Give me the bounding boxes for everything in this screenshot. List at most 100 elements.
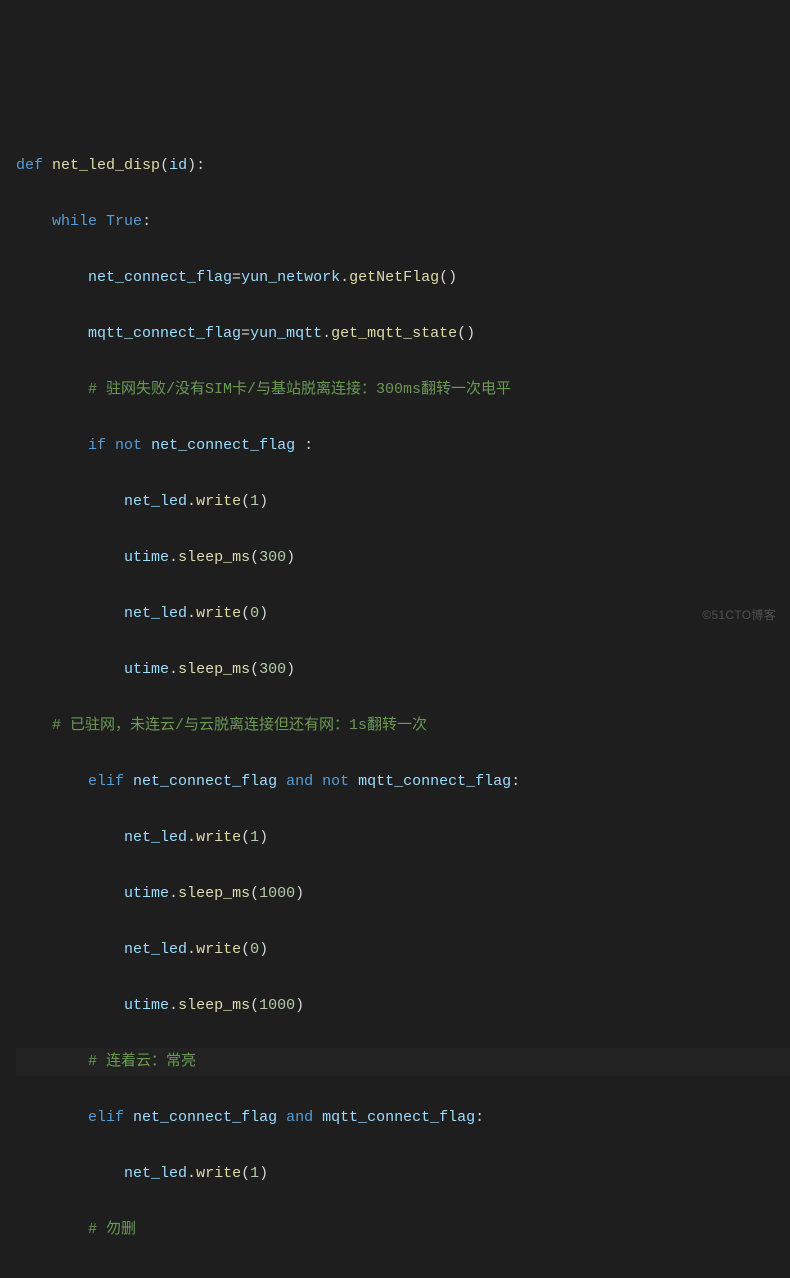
number: 300 <box>259 549 286 566</box>
object: net_led <box>124 493 187 510</box>
watermark-text: ©51CTO博客 <box>702 601 776 629</box>
code-line: elif net_connect_flag and not mqtt_conne… <box>16 768 790 796</box>
variable: net_connect_flag <box>151 437 295 454</box>
code-line: mqtt_connect_flag=yun_mqtt.get_mqtt_stat… <box>16 320 790 348</box>
paren: ) <box>259 493 268 510</box>
code-line: net_led.write(1) <box>16 488 790 516</box>
number: 300 <box>259 661 286 678</box>
paren: ) <box>286 661 295 678</box>
paren: ) <box>295 997 304 1014</box>
code-line: # 已驻网，未连云/与云脱离连接但还有网：1s翻转一次 <box>16 712 790 740</box>
object: net_led <box>124 829 187 846</box>
object: utime <box>124 885 169 902</box>
keyword-not: not <box>322 773 349 790</box>
dot: . <box>169 549 178 566</box>
paren: ( <box>250 661 259 678</box>
object: net_led <box>124 605 187 622</box>
code-editor[interactable]: def net_led_disp(id): while True: net_co… <box>16 124 790 1278</box>
code-line: net_connect_flag=yun_network.getNetFlag(… <box>16 264 790 292</box>
paren: ( <box>250 885 259 902</box>
code-line: utime.sleep_ms(300) <box>16 656 790 684</box>
object: utime <box>124 549 169 566</box>
colon: : <box>295 437 313 454</box>
dot: . <box>187 941 196 958</box>
paren: ( <box>241 829 250 846</box>
method: write <box>196 493 241 510</box>
function-name: net_led_disp <box>52 157 160 174</box>
dot: . <box>133 1277 142 1278</box>
paren: ( <box>250 997 259 1014</box>
variable: net_connect_flag <box>133 1109 277 1126</box>
eq: = <box>241 325 250 342</box>
paren: ( <box>241 493 250 510</box>
object: net_led <box>124 1165 187 1182</box>
dot: . <box>187 493 196 510</box>
keyword-not: not <box>115 437 142 454</box>
number: 1000 <box>259 885 295 902</box>
variable: net_connect_flag <box>133 773 277 790</box>
code-line: net_led.write(0) <box>16 936 790 964</box>
param: id <box>169 157 187 174</box>
keyword-while: while <box>52 213 97 230</box>
variable: mqtt_connect_flag <box>88 325 241 342</box>
method: write <box>196 1165 241 1182</box>
dot: . <box>187 605 196 622</box>
code-line: elif net_connect_flag and mqtt_connect_f… <box>16 1104 790 1132</box>
paren: ) <box>259 829 268 846</box>
method: sleep_ms <box>178 661 250 678</box>
method: write <box>196 829 241 846</box>
dot: . <box>169 997 178 1014</box>
paren: ): <box>187 157 205 174</box>
code-line: net_led.write(0) <box>16 600 790 628</box>
code-line: while True: <box>16 208 790 236</box>
code-line: # 勿删 <box>16 1216 790 1244</box>
code-line: utime.sleep_ms(1000) <box>16 880 790 908</box>
code-line: net_led.write(1) <box>16 1160 790 1188</box>
number: 1000 <box>259 997 295 1014</box>
object: utime <box>88 1277 133 1278</box>
comment: # 连着云：常亮 <box>88 1053 196 1070</box>
method: write <box>196 941 241 958</box>
paren: ) <box>295 885 304 902</box>
code-line: # 驻网失败/没有SIM卡/与基站脱离连接：300ms翻转一次电平 <box>16 376 790 404</box>
object: utime <box>124 997 169 1014</box>
paren: () <box>457 325 475 342</box>
dot: . <box>187 1165 196 1182</box>
object: utime <box>124 661 169 678</box>
keyword-and: and <box>286 773 313 790</box>
keyword-if: if <box>88 437 106 454</box>
method: get_mqtt_state <box>331 325 457 342</box>
colon: : <box>511 773 520 790</box>
variable: mqtt_connect_flag <box>322 1109 475 1126</box>
comment: # 勿删 <box>88 1221 136 1238</box>
dot: . <box>169 661 178 678</box>
number: 1 <box>250 829 259 846</box>
dot: . <box>340 269 349 286</box>
number: 10 <box>223 1277 241 1278</box>
paren: ( <box>160 157 169 174</box>
colon: : <box>475 1109 484 1126</box>
variable: mqtt_connect_flag <box>358 773 511 790</box>
code-line: utime.sleep_ms(10) <box>16 1272 790 1278</box>
variable: net_connect_flag <box>88 269 232 286</box>
dot: . <box>187 829 196 846</box>
keyword-def: def <box>16 157 43 174</box>
code-line: utime.sleep_ms(1000) <box>16 992 790 1020</box>
paren: ( <box>241 1165 250 1182</box>
method: sleep_ms <box>178 997 250 1014</box>
object: yun_network <box>241 269 340 286</box>
code-line: net_led.write(1) <box>16 824 790 852</box>
method: sleep_ms <box>178 549 250 566</box>
dot: . <box>322 325 331 342</box>
code-line: utime.sleep_ms(300) <box>16 544 790 572</box>
method: sleep_ms <box>142 1277 214 1278</box>
object: net_led <box>124 941 187 958</box>
code-line: # 连着云：常亮 <box>16 1048 790 1076</box>
bool-true: True <box>106 213 142 230</box>
object: yun_mqtt <box>250 325 322 342</box>
dot: . <box>169 885 178 902</box>
paren: ( <box>241 941 250 958</box>
method: sleep_ms <box>178 885 250 902</box>
paren: ) <box>259 605 268 622</box>
paren: ) <box>286 549 295 566</box>
